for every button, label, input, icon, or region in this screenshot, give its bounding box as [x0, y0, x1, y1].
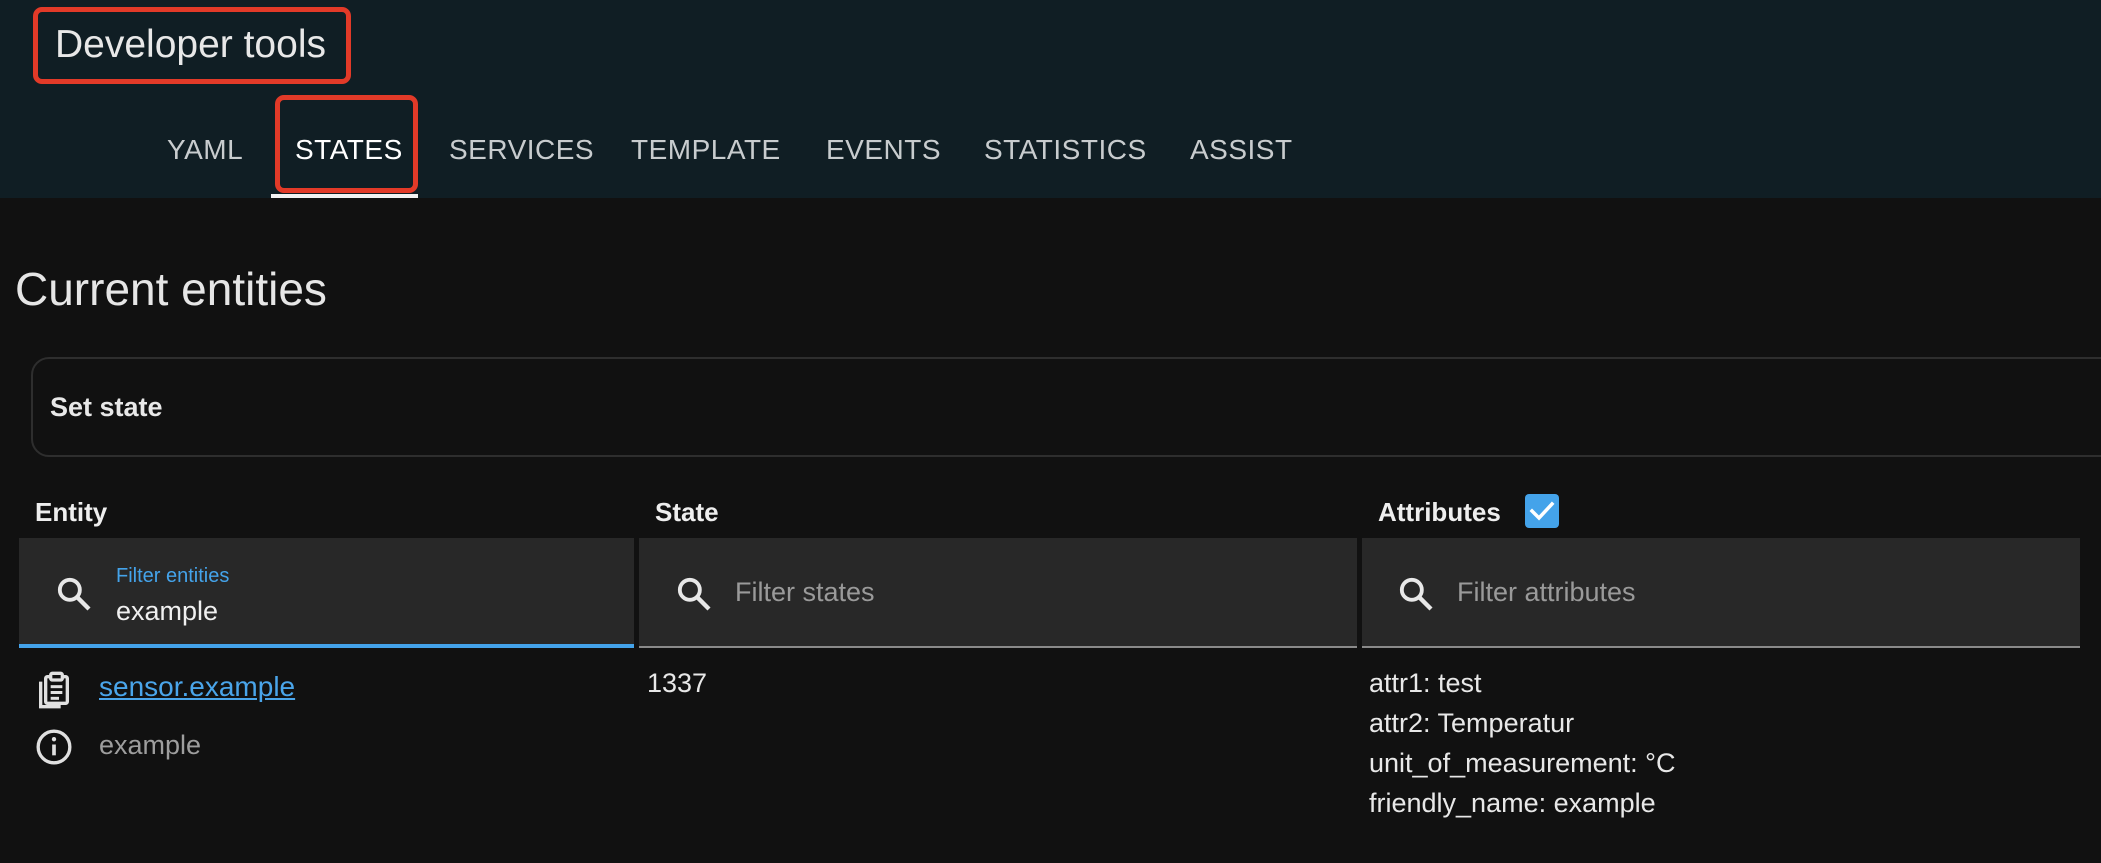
tab-events[interactable]: EVENTS: [826, 90, 941, 198]
entity-filter-field[interactable]: Filter entities: [19, 538, 634, 648]
tab-yaml[interactable]: YAML: [167, 90, 243, 198]
entity-filter-input[interactable]: [116, 593, 596, 629]
column-header-attributes[interactable]: Attributes: [1378, 497, 1501, 528]
entity-filter-label: Filter entities: [116, 565, 230, 587]
attributes-checkbox[interactable]: [1525, 494, 1559, 528]
active-tab-highlight-box: [275, 95, 418, 193]
search-icon: [677, 577, 711, 611]
app-title: Developer tools: [33, 7, 351, 84]
active-tab-indicator: [271, 194, 418, 198]
search-icon: [1399, 577, 1433, 611]
attribute-item: attr1: test: [1369, 668, 1482, 698]
info-icon[interactable]: [34, 727, 74, 767]
tab-statistics[interactable]: STATISTICS: [984, 90, 1147, 198]
attributes-filter-field[interactable]: [1362, 538, 2080, 648]
set-state-panel[interactable]: Set state: [31, 357, 2101, 457]
tab-template[interactable]: TEMPLATE: [631, 90, 781, 198]
state-filter-input[interactable]: [735, 572, 1315, 612]
attribute-item: attr2: Temperatur: [1369, 708, 1575, 738]
entity-id-link[interactable]: sensor.example: [99, 671, 295, 703]
app-header: Developer tools YAML STATES SERVICES TEM…: [0, 0, 2101, 198]
checkmark-icon: [1529, 501, 1555, 521]
state-value: 1337: [647, 668, 708, 698]
state-filter-field[interactable]: [639, 538, 1357, 648]
clipboard-icon[interactable]: [34, 670, 74, 710]
tab-assist[interactable]: ASSIST: [1190, 90, 1293, 198]
attribute-item: friendly_name: example: [1369, 788, 1656, 818]
attributes-filter-input[interactable]: [1457, 572, 2037, 612]
tab-services[interactable]: SERVICES: [449, 90, 594, 198]
column-header-state[interactable]: State: [655, 497, 719, 528]
search-icon: [57, 577, 91, 611]
column-header-entity[interactable]: Entity: [35, 497, 107, 528]
attributes-list: attr1: test attr2: Temperatur unit_of_me…: [1369, 668, 1675, 828]
attribute-item: unit_of_measurement: °C: [1369, 748, 1676, 778]
entity-friendly-name: example: [99, 730, 202, 760]
set-state-label: Set state: [50, 392, 163, 422]
page-title: Current entities: [15, 263, 327, 315]
